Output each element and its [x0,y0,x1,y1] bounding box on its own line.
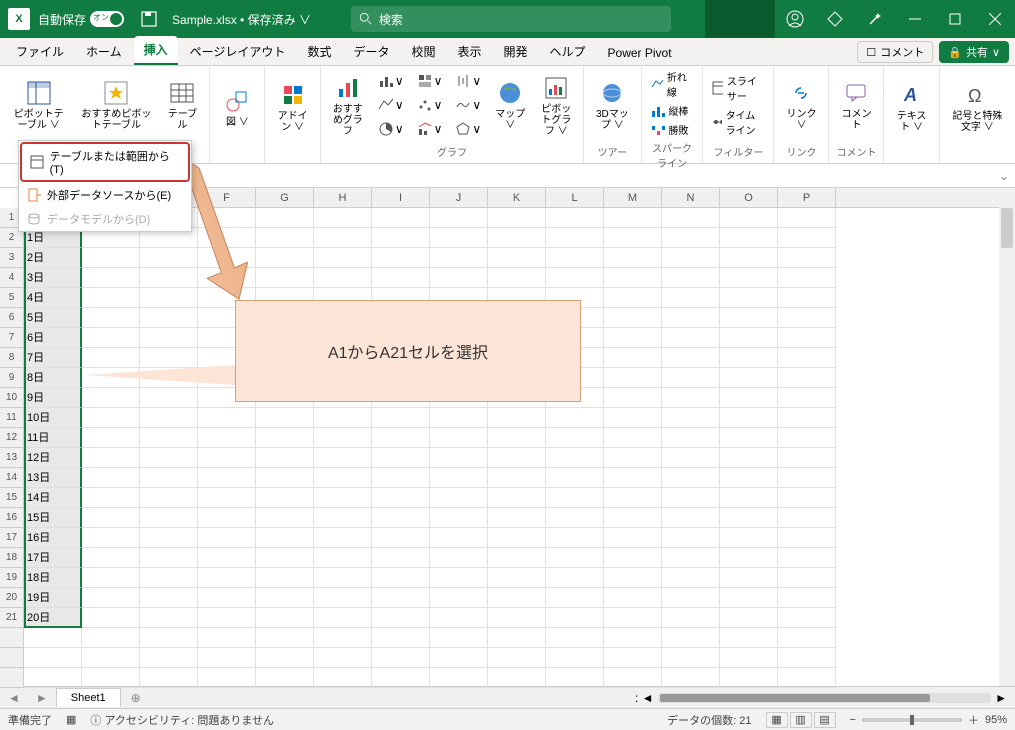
comments-button[interactable]: ☐ コメント [857,41,933,63]
pivottable-dropdown: テーブルまたは範囲から(T) 外部データソースから(E) データモデルから(D) [18,140,192,232]
ribbon-tabs: ファイル ホーム 挿入 ページレイアウト 数式 データ 校閲 表示 開発 ヘルプ… [0,38,1015,66]
recommended-charts-button[interactable]: おすすめグラフ [327,72,369,139]
from-external-source[interactable]: 外部データソースから(E) [19,183,191,207]
text-button[interactable]: Aテキスト ∨ [890,79,932,135]
group-label-link: リンク [786,142,816,161]
illustrations-button[interactable]: 図 ∨ [216,85,258,130]
sparkline-column-button[interactable]: 縦棒 [648,102,692,119]
sheet-tab-sheet1[interactable]: Sheet1 [56,688,121,707]
group-label-charts: グラフ [437,142,467,161]
maximize-button[interactable] [935,0,975,38]
close-button[interactable] [975,0,1015,38]
row-headers[interactable]: 123456789101112131415161718192021 [0,208,24,688]
column-chart-icon[interactable]: ∨ [373,70,408,92]
hierarchy-chart-icon[interactable]: ∨ [412,70,447,92]
recommended-pivot-button[interactable]: おすすめピボットテーブル [75,77,157,133]
filename[interactable]: Sample.xlsx • 保存済み ∨ [172,11,311,28]
svg-text:Ω: Ω [968,86,981,106]
sheet-nav-prev[interactable]: ◄ [0,691,28,705]
sheet-nav-next[interactable]: ► [28,691,56,705]
sparkline-winloss-button[interactable]: 勝敗 [648,121,692,138]
tab-formulas[interactable]: 数式 [297,38,341,65]
maps-button[interactable]: マップ ∨ [489,77,531,133]
pivotchart-button[interactable]: ピボットグラフ ∨ [535,72,577,139]
combo-chart-icon[interactable]: ∨ [412,118,447,140]
link-button[interactable]: リンク ∨ [780,77,822,133]
stock-chart-icon[interactable]: ∨ [450,70,485,92]
autosave-label: 自動保存 [38,11,86,28]
tab-data[interactable]: データ [343,38,399,65]
callout-tail [85,365,235,385]
autosave[interactable]: 自動保存 オン [38,11,124,28]
expand-formula-icon[interactable]: ⌄ [993,169,1015,183]
sheet-tabs: ◄ ► Sheet1 ⊕ : ◄► [0,686,1015,708]
vertical-scrollbar[interactable] [999,188,1015,686]
annotation-callout: A1からA21セルを選択 [235,300,581,402]
group-label-filter: フィルター [714,142,764,161]
pie-chart-icon[interactable]: ∨ [373,118,408,140]
tab-home[interactable]: ホーム [76,38,132,65]
from-data-model: データモデルから(D) [19,207,191,231]
minimize-button[interactable] [895,0,935,38]
sparkline-line-button[interactable]: 折れ線 [648,68,697,100]
autosave-toggle[interactable]: オン [90,11,124,27]
tab-review[interactable]: 校閲 [401,38,445,65]
share-button[interactable]: 🔒 共有 ∨ [939,41,1009,63]
radar-chart-icon[interactable]: ∨ [450,118,485,140]
pivottable-button[interactable]: ピボットテーブル ∨ [6,77,71,133]
save-icon[interactable] [140,10,158,28]
table-button[interactable]: テーブル [161,77,203,133]
accent-block [705,0,775,38]
symbol-button[interactable]: Ω記号と特殊文字 ∨ [946,79,1009,135]
group-label-tour: ツアー [598,142,627,161]
group-label-sparklines: スパークライン [648,138,697,172]
add-sheet-button[interactable]: ⊕ [121,691,151,705]
diamond-icon[interactable] [815,0,855,38]
addins-button[interactable]: アドイン ∨ [271,79,313,135]
horizontal-scrollbar[interactable]: : ◄► [635,691,1015,705]
tab-pagelayout[interactable]: ページレイアウト [180,38,296,65]
search-icon [359,12,373,26]
tab-powerpivot[interactable]: Power Pivot [598,41,682,65]
group-label-comment: コメント [836,142,876,161]
tab-developer[interactable]: 開発 [494,38,538,65]
search-input[interactable]: 検索 [351,6,671,32]
line-chart-icon[interactable]: ∨ [373,94,408,116]
tab-insert[interactable]: 挿入 [134,36,178,65]
slicer-button[interactable]: スライサー [709,72,767,104]
status-bar: 準備完了 ▦ ⓘ アクセシビリティ: 問題ありません データの個数: 21 ▦ … [0,708,1015,730]
scatter-chart-icon[interactable]: ∨ [412,94,447,116]
excel-icon: X [8,8,30,30]
from-table-range[interactable]: テーブルまたは範囲から(T) [20,142,190,182]
surface-chart-icon[interactable]: ∨ [450,94,485,116]
worksheet-grid[interactable]: DEFGHIJKLMNOP 12345678910111213141516171… [0,188,1015,686]
account-icon[interactable] [775,0,815,38]
3dmap-button[interactable]: 3Dマップ ∨ [590,77,634,133]
comment-button[interactable]: コメント [835,77,877,133]
titlebar: X 自動保存 オン Sample.xlsx • 保存済み ∨ 検索 [0,0,1015,38]
tab-help[interactable]: ヘルプ [540,38,596,65]
timeline-button[interactable]: タイムライン [709,106,767,138]
tab-view[interactable]: 表示 [447,38,491,65]
tab-file[interactable]: ファイル [6,38,74,65]
svg-text:A: A [903,85,917,105]
search-placeholder: 検索 [379,11,403,28]
wand-icon[interactable] [855,0,895,38]
